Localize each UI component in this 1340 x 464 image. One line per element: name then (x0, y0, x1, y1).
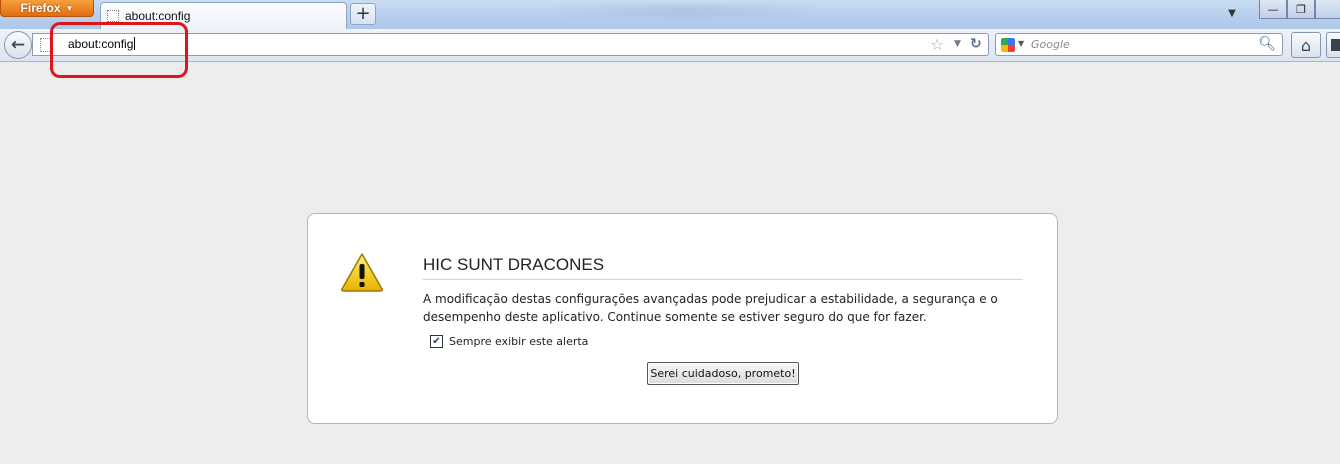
always-show-warning-label[interactable]: Sempre exibir este alerta (449, 335, 588, 348)
home-button[interactable]: ⌂ (1291, 32, 1321, 58)
window-title-blurred (550, 5, 820, 17)
google-icon[interactable] (1001, 38, 1015, 52)
minimize-button[interactable]: — (1259, 0, 1287, 19)
firefox-menu-button[interactable]: Firefox ▼ (0, 0, 94, 17)
reload-icon[interactable]: ↻ (970, 36, 982, 52)
bookmark-star-icon[interactable]: ☆ (930, 35, 944, 54)
tab-list-button[interactable]: ▼ (1222, 4, 1242, 22)
title-bar: Firefox ▼ about:config + ▼ — ❐ (0, 0, 1340, 29)
confirm-careful-button[interactable]: Serei cuidadoso, prometo! (647, 362, 799, 385)
warning-panel: HIC SUNT DRACONES A modificação destas c… (307, 213, 1058, 424)
page-favicon-icon (107, 10, 119, 22)
new-tab-button[interactable]: + (350, 3, 376, 25)
restore-button[interactable]: ❐ (1287, 0, 1315, 19)
navigation-toolbar: ← about:config ☆ ▼ ↻ ▼ Google 🔍︎ ⌂ (0, 29, 1340, 62)
home-icon: ⌂ (1300, 35, 1312, 55)
close-window-button[interactable] (1315, 0, 1340, 19)
chevron-down-icon: ▼ (65, 3, 74, 13)
search-icon[interactable]: 🔍︎ (1258, 36, 1276, 52)
always-show-warning-row[interactable]: ✔ Sempre exibir este alerta (430, 335, 588, 348)
search-input[interactable]: Google (1031, 38, 1070, 51)
toolbar-extra-button[interactable] (1326, 32, 1340, 58)
warning-title: HIC SUNT DRACONES (423, 255, 1023, 280)
engine-dropdown-icon[interactable]: ▼ (1018, 39, 1024, 48)
back-button[interactable]: ← (4, 31, 32, 59)
warning-message: A modificação destas configurações avanç… (423, 290, 1023, 326)
back-arrow-icon: ← (10, 35, 26, 55)
firefox-menu-label: Firefox (20, 1, 61, 15)
warning-triangle-icon (341, 253, 383, 292)
always-show-warning-checkbox[interactable]: ✔ (430, 335, 443, 348)
search-bar[interactable]: ▼ Google 🔍︎ (995, 33, 1283, 56)
warning-message-line: desempenho deste aplicativo. Continue so… (423, 310, 927, 324)
history-dropdown-icon[interactable]: ▼ (954, 39, 961, 49)
tab-title: about:config (125, 9, 191, 23)
warning-message-line: A modificação destas configurações avanç… (423, 292, 998, 306)
annotation-highlight (50, 22, 188, 78)
